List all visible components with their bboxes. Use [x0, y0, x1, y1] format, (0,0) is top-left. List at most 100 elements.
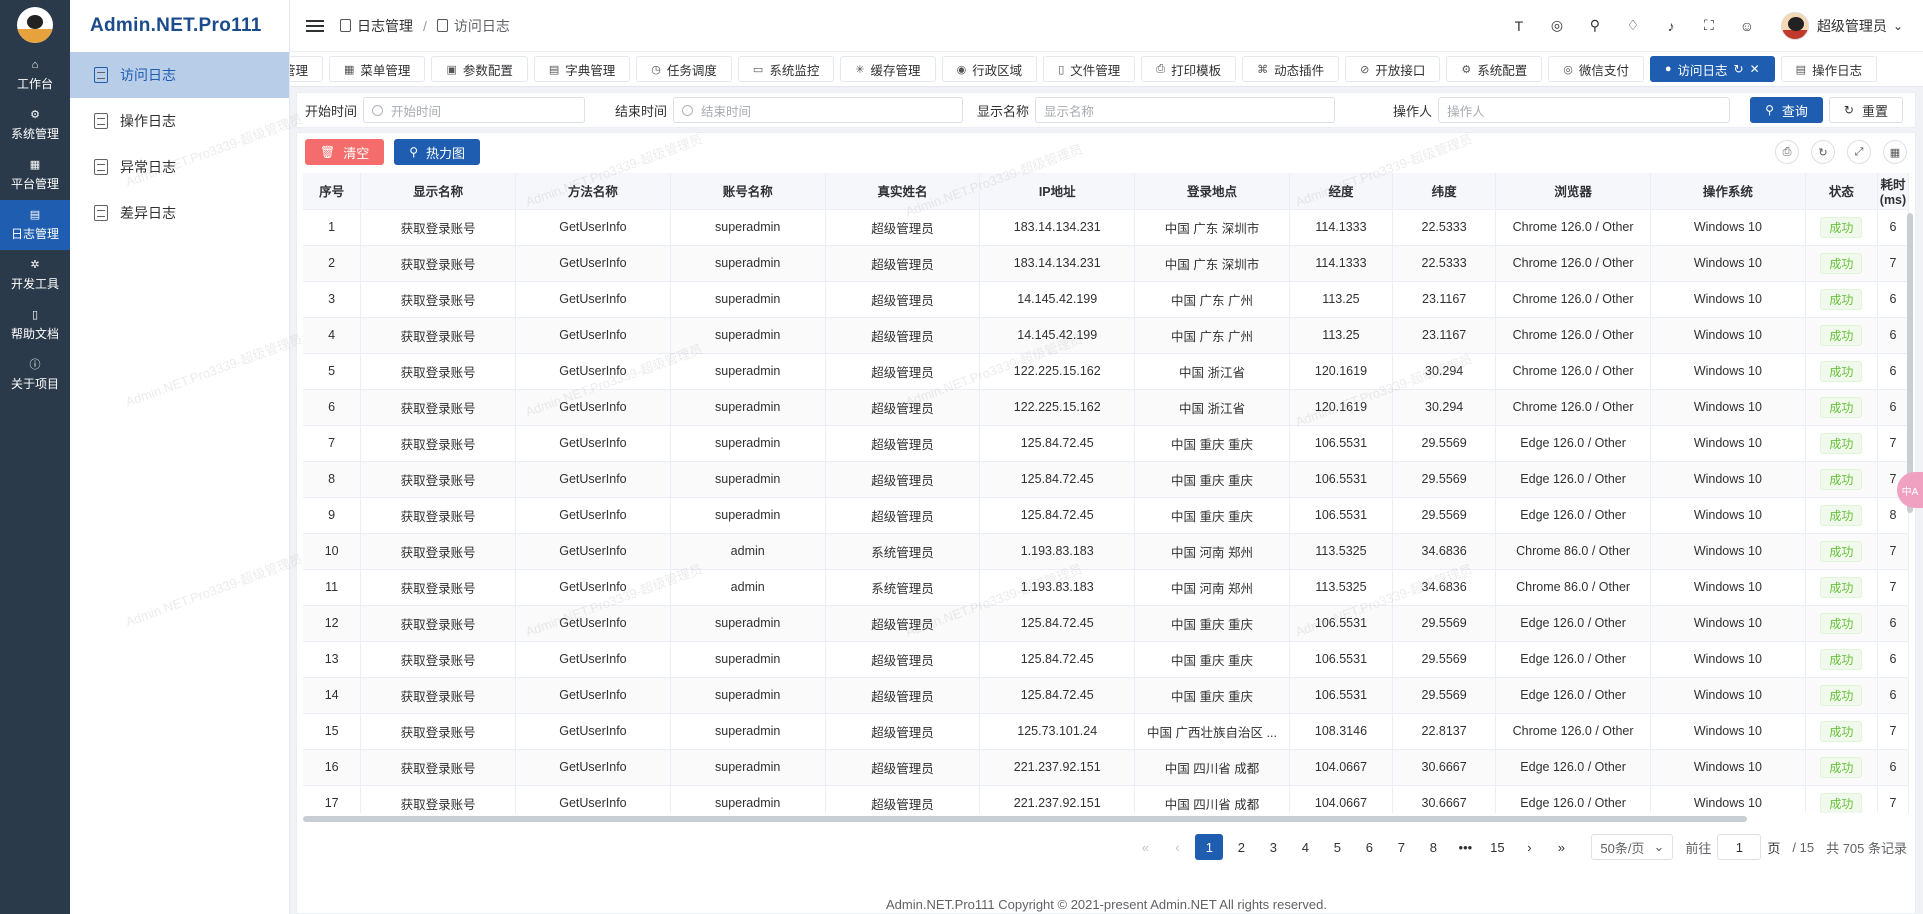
prev-page-icon[interactable]: ‹ [1163, 834, 1191, 860]
fullscreen-icon[interactable]: ⤢ [1847, 140, 1871, 164]
end-time-input[interactable]: 结束时间 [673, 97, 964, 123]
tab-10[interactable]: ⌘ 动态插件 [1242, 56, 1340, 82]
rail-item-1[interactable]: ⚙ 系统管理 [0, 100, 70, 150]
avatar[interactable] [1780, 11, 1809, 40]
clear-button[interactable]: 🗑 清空 [305, 139, 385, 165]
rail-item-0[interactable]: ⌂ 工作台 [0, 50, 70, 100]
page-number[interactable]: 4 [1291, 834, 1319, 860]
heatmap-button[interactable]: ⚲ 热力图 [394, 139, 481, 165]
target-icon[interactable]: ◎ [1549, 17, 1565, 34]
column-header[interactable]: IP地址 [979, 173, 1136, 210]
first-page-icon[interactable]: « [1131, 834, 1159, 860]
page-number[interactable]: 3 [1259, 834, 1287, 860]
column-header[interactable]: 操作系统 [1650, 173, 1806, 210]
close-icon[interactable]: ✕ [1750, 62, 1760, 76]
table-row[interactable]: 13 获取登录账号 GetUserInfo superadmin 超级管理员 125.84… [303, 641, 1909, 678]
refresh-icon[interactable]: ↻ [1734, 62, 1744, 76]
tab-12[interactable]: ⚙ 系统配置 [1446, 56, 1543, 82]
page-number[interactable]: 7 [1387, 834, 1415, 860]
page-number[interactable]: 8 [1419, 834, 1447, 860]
table-row[interactable]: 15 获取登录账号 GetUserInfo superadmin 超级管理员 125.73… [303, 713, 1909, 750]
rail-item-6[interactable]: ⓘ 关于项目 [0, 350, 70, 400]
sidebar-item-2[interactable]: 异常日志 [70, 144, 289, 190]
sidebar-item-0[interactable]: 访问日志 [70, 52, 289, 98]
skin-icon[interactable]: ♢ [1625, 17, 1641, 34]
page-number[interactable]: 2 [1227, 834, 1255, 860]
column-header[interactable]: 账号名称 [670, 173, 826, 210]
breadcrumb-parent[interactable]: 日志管理 [357, 16, 413, 36]
table-row[interactable]: 5 获取登录账号 GetUserInfo superadmin 超级管理员 122.225… [303, 353, 1909, 390]
page-number[interactable]: 1 [1195, 834, 1224, 860]
tab-5[interactable]: ▭ 系统监控 [737, 56, 835, 82]
sidebar-item-3[interactable]: 差异日志 [70, 190, 289, 236]
tab-6[interactable]: ✳ 缓存管理 [840, 56, 936, 82]
column-header[interactable]: 状态 [1805, 173, 1878, 210]
last-page-icon[interactable]: » [1547, 834, 1575, 860]
table-row[interactable]: 2 获取登录账号 GetUserInfo superadmin 超级管理员 183.14.… [303, 245, 1909, 282]
rail-item-3[interactable]: ▤ 日志管理 [0, 200, 70, 250]
table-row[interactable]: 6 获取登录账号 GetUserInfo superadmin 超级管理员 122.225… [303, 389, 1909, 426]
column-header[interactable]: 耗时(ms) [1877, 173, 1909, 210]
refresh-icon[interactable]: ↻ [1811, 140, 1835, 164]
vertical-scrollbar[interactable] [1907, 213, 1913, 513]
sidebar-item-1[interactable]: 操作日志 [70, 98, 289, 144]
table-row[interactable]: 11 获取登录账号 GetUserInfo admin 系统管理员 1.193.83.18… [303, 569, 1909, 606]
fullscreen-icon[interactable]: ⛶ [1701, 17, 1717, 34]
column-header[interactable]: 显示名称 [360, 173, 517, 210]
chevron-down-icon[interactable]: ⌄ [1893, 19, 1903, 33]
column-header[interactable]: 真实姓名 [825, 173, 981, 210]
table-row[interactable]: 8 获取登录账号 GetUserInfo superadmin 超级管理员 125.84.… [303, 461, 1909, 498]
bell-icon[interactable]: ♪ [1663, 18, 1679, 34]
table-row[interactable]: 14 获取登录账号 GetUserInfo superadmin 超级管理员 125.84… [303, 677, 1909, 714]
table-row[interactable]: 16 获取登录账号 GetUserInfo superadmin 超级管理员 221.23… [303, 749, 1909, 786]
tab-13[interactable]: ◎ 微信支付 [1548, 56, 1644, 82]
page-number[interactable]: 15 [1483, 834, 1511, 860]
display-name-input[interactable]: 显示名称 [1035, 97, 1336, 123]
tab-1[interactable]: ▦ 菜单管理 [329, 56, 426, 82]
font-size-icon[interactable]: T [1511, 18, 1527, 34]
rail-item-4[interactable]: ✲ 开发工具 [0, 250, 70, 300]
column-settings-icon[interactable]: ▦ [1883, 140, 1907, 164]
table-row[interactable]: 12 获取登录账号 GetUserInfo superadmin 超级管理员 125.84… [303, 605, 1909, 642]
goto-page-input[interactable]: 1 [1717, 834, 1762, 860]
username[interactable]: 超级管理员 [1817, 16, 1887, 36]
menu-toggle-icon[interactable] [306, 19, 324, 32]
tab-9[interactable]: ⎙ 打印模板 [1141, 56, 1237, 82]
column-header[interactable]: 登录地点 [1134, 173, 1290, 210]
user-icon[interactable]: ☺ [1739, 18, 1755, 34]
rail-item-5[interactable]: ▯ 帮助文档 [0, 300, 70, 350]
tab-11[interactable]: ⊘ 开放接口 [1345, 56, 1441, 82]
table-row[interactable]: 10 获取登录账号 GetUserInfo admin 系统管理员 1.193.83.18… [303, 533, 1909, 570]
page-number[interactable]: ••• [1451, 834, 1479, 860]
reset-button[interactable]: ↻ 重置 [1828, 97, 1903, 123]
tab-0[interactable]: 管理 [290, 56, 324, 82]
table-row[interactable]: 7 获取登录账号 GetUserInfo superadmin 超级管理员 125.84.… [303, 425, 1909, 462]
horizontal-scrollbar[interactable] [303, 816, 1747, 822]
start-time-input[interactable]: 开始时间 [363, 97, 586, 123]
tab-3[interactable]: ▤ 字典管理 [533, 56, 631, 82]
column-header[interactable]: 经度 [1289, 173, 1394, 210]
rail-item-2[interactable]: ▦ 平台管理 [0, 150, 70, 200]
column-header[interactable]: 序号 [303, 173, 362, 210]
table-row[interactable]: 17 获取登录账号 GetUserInfo superadmin 超级管理员 221.23… [303, 785, 1909, 813]
table-row[interactable]: 9 获取登录账号 GetUserInfo superadmin 超级管理员 125.84.… [303, 497, 1909, 534]
tab-4[interactable]: ◷ 任务调度 [636, 56, 732, 82]
app-logo[interactable] [0, 0, 70, 50]
column-header[interactable]: 纬度 [1392, 173, 1497, 210]
tab-8[interactable]: ▯ 文件管理 [1043, 56, 1136, 82]
tab-2[interactable]: ▣ 参数配置 [431, 56, 528, 82]
page-number[interactable]: 5 [1323, 834, 1351, 860]
column-header[interactable]: 浏览器 [1495, 173, 1651, 210]
tab-15[interactable]: ▤ 操作日志 [1780, 56, 1878, 82]
table-row[interactable]: 1 获取登录账号 GetUserInfo superadmin 超级管理员 183.14.… [303, 209, 1909, 246]
tab-7[interactable]: ◉ 行政区域 [941, 56, 1038, 82]
column-header[interactable]: 方法名称 [515, 173, 671, 210]
print-icon[interactable]: ⎙ [1775, 140, 1799, 164]
next-page-icon[interactable]: › [1515, 834, 1543, 860]
table-row[interactable]: 3 获取登录账号 GetUserInfo superadmin 超级管理员 14.145.… [303, 281, 1909, 318]
page-number[interactable]: 6 [1355, 834, 1383, 860]
table-row[interactable]: 4 获取登录账号 GetUserInfo superadmin 超级管理员 14.145.… [303, 317, 1909, 354]
tab-14[interactable]: ● 访问日志 ↻ ✕ [1649, 56, 1775, 82]
page-size-select[interactable]: 50条/页 ⌄ [1591, 834, 1674, 860]
operator-input[interactable]: 操作人 [1438, 97, 1731, 123]
